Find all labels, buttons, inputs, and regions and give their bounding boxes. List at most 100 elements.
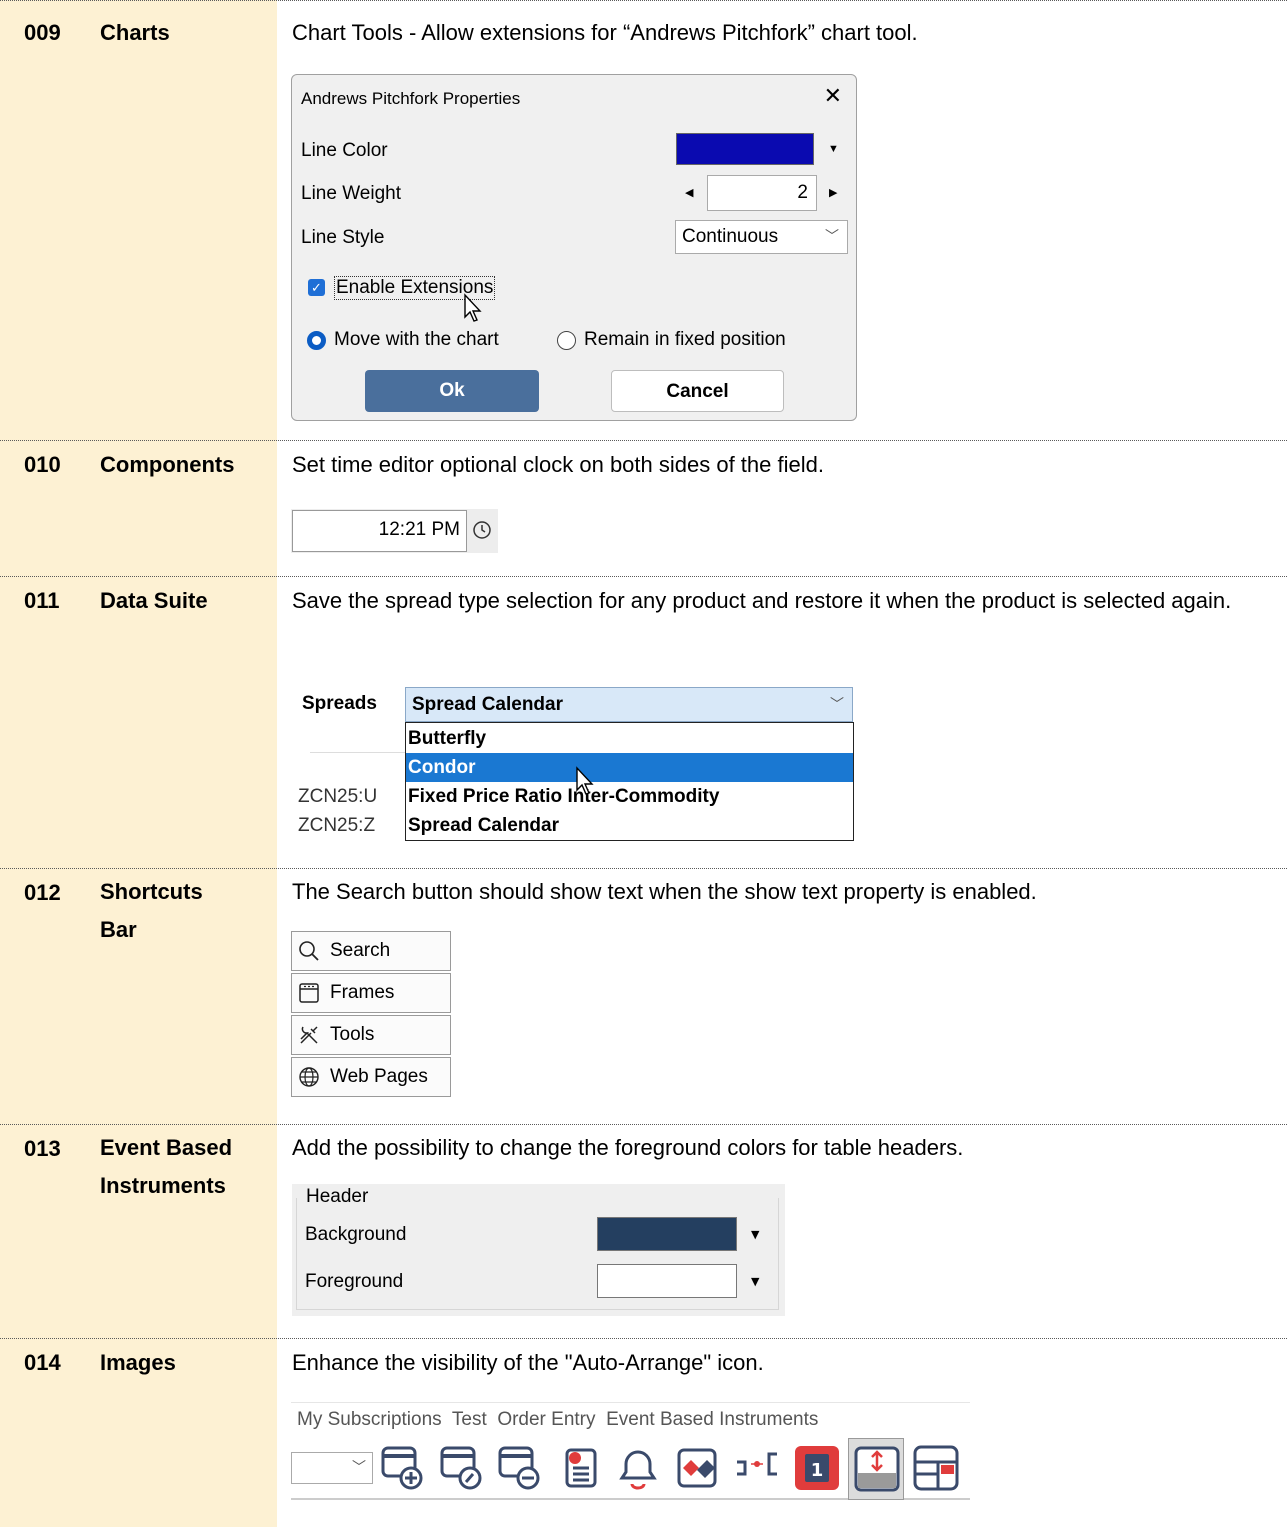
frames-shortcut-label: Frames xyxy=(330,982,395,1003)
decrement-icon[interactable]: ◀ xyxy=(685,186,693,199)
row-separator xyxy=(0,576,1287,577)
row-category: Bar xyxy=(100,917,137,942)
line-weight-label: Line Weight xyxy=(301,183,401,204)
enable-extensions-checkbox[interactable]: ✓ xyxy=(308,279,325,296)
web-pages-shortcut-label: Web Pages xyxy=(330,1066,428,1087)
search-icon xyxy=(299,941,319,961)
globe-icon xyxy=(299,1067,319,1087)
row-separator xyxy=(0,1338,1287,1339)
row-description: The Search button should show text when … xyxy=(292,879,1037,904)
chevron-down-icon[interactable]: ▼ xyxy=(751,1275,759,1288)
auto-arrange-icon xyxy=(854,1446,900,1492)
chevron-down-icon: ﹀ xyxy=(830,696,844,712)
row-description: Set time editor optional clock on both s… xyxy=(292,452,824,477)
link-icon[interactable] xyxy=(733,1444,781,1492)
row-number: 013 xyxy=(24,1136,61,1161)
row-description: Chart Tools - Allow extensions for “Andr… xyxy=(292,20,918,45)
chevron-down-icon[interactable]: ▼ xyxy=(751,1228,759,1241)
dialog-title: Andrews Pitchfork Properties xyxy=(301,89,521,108)
header-colors-panel: Header Background ▼ Foreground ▼ xyxy=(292,1184,785,1316)
row-category: Shortcuts xyxy=(100,879,203,904)
increment-icon[interactable]: ▶ xyxy=(829,186,837,199)
remove-window-icon[interactable] xyxy=(496,1444,544,1492)
search-shortcut-label: Search xyxy=(330,940,391,961)
dropdown-option[interactable]: Spread Calendar xyxy=(406,811,853,840)
pitchfork-properties-dialog: Andrews Pitchfork Properties ✕ Line Colo… xyxy=(291,74,857,421)
row-category: Images xyxy=(100,1350,176,1375)
foreground-color-swatch[interactable] xyxy=(597,1264,737,1298)
search-shortcut-button[interactable]: Search xyxy=(291,931,451,971)
background-row: ZCN25:U xyxy=(298,786,378,807)
one-badge: 1 xyxy=(811,1460,824,1481)
dropdown-option[interactable]: Butterfly xyxy=(406,724,853,753)
cursor-icon xyxy=(464,293,482,322)
alert-bell-icon[interactable] xyxy=(614,1444,662,1492)
background-row: ZCN25:Z xyxy=(298,815,376,836)
frames-shortcut-button[interactable]: Frames xyxy=(291,973,451,1013)
report-icon[interactable] xyxy=(557,1444,605,1492)
line-weight-input[interactable]: 2 xyxy=(707,175,817,211)
web-pages-shortcut-button[interactable]: Web Pages xyxy=(291,1057,451,1097)
row-separator xyxy=(0,440,1287,441)
tab-event-based-instruments[interactable]: Event Based Instruments xyxy=(606,1409,818,1430)
cursor-icon xyxy=(576,766,594,795)
time-value: 12:21 PM xyxy=(378,519,460,540)
row-description: Enhance the visibility of the "Auto-Arra… xyxy=(292,1350,764,1375)
line-style-value: Continuous xyxy=(682,226,779,247)
row-number: 009 xyxy=(24,20,61,45)
time-editor: 12:21 PM xyxy=(291,509,498,553)
time-input[interactable]: 12:21 PM xyxy=(292,510,467,552)
spreads-selected-value: Spread Calendar xyxy=(412,694,563,715)
cancel-button[interactable]: Cancel xyxy=(611,370,784,412)
row-separator xyxy=(0,0,1287,1)
fixed-position-radio[interactable] xyxy=(557,331,576,350)
background-label: Background xyxy=(305,1224,407,1245)
layout-icon[interactable] xyxy=(912,1444,960,1492)
dropdown-option[interactable]: Fixed Price Ratio Inter-Commodity xyxy=(406,782,853,811)
row-category: Event Based xyxy=(100,1135,233,1160)
chevron-down-icon: ﹀ xyxy=(352,1460,366,1476)
tools-icon xyxy=(300,1026,318,1044)
auto-arrange-button[interactable] xyxy=(848,1438,904,1500)
foreground-label: Foreground xyxy=(305,1271,404,1292)
row-description: Add the possibility to change the foregr… xyxy=(292,1135,964,1160)
move-with-chart-radio[interactable] xyxy=(307,331,326,350)
line-style-select[interactable]: Continuous ﹀ xyxy=(675,220,848,254)
tab-my-subscriptions[interactable]: My Subscriptions xyxy=(297,1409,442,1430)
row-category: Charts xyxy=(100,20,170,45)
tools-shortcut-label: Tools xyxy=(330,1024,375,1045)
fixed-position-label[interactable]: Remain in fixed position xyxy=(584,329,786,351)
spreads-select[interactable]: Spread Calendar ﹀ xyxy=(405,687,853,722)
toolbar-combo[interactable]: ﹀ xyxy=(291,1452,373,1484)
row-number: 012 xyxy=(24,880,61,905)
row-category: Components xyxy=(100,452,235,477)
tab-test[interactable]: Test xyxy=(452,1409,487,1430)
tools-shortcut-button[interactable]: Tools xyxy=(291,1015,451,1055)
row-separator xyxy=(0,868,1287,869)
row-description: Save the spread type selection for any p… xyxy=(292,588,1232,613)
row-number: 011 xyxy=(24,588,60,613)
edit-window-icon[interactable] xyxy=(438,1444,486,1492)
row-category: Instruments xyxy=(100,1173,226,1198)
line-style-label: Line Style xyxy=(301,227,385,248)
background-table-line xyxy=(310,752,405,753)
add-window-icon[interactable] xyxy=(379,1444,427,1492)
dropdown-option-highlighted[interactable]: Condor xyxy=(406,753,853,782)
row-category: Data Suite xyxy=(100,588,208,613)
frames-icon xyxy=(299,983,319,1003)
tab-order-entry[interactable]: Order Entry xyxy=(497,1409,595,1430)
close-icon[interactable]: ✕ xyxy=(824,83,842,109)
line-color-label: Line Color xyxy=(301,140,388,161)
background-color-swatch[interactable] xyxy=(597,1217,737,1251)
chevron-down-icon: ﹀ xyxy=(825,228,839,244)
instrument-icon[interactable] xyxy=(675,1444,723,1492)
row-number: 010 xyxy=(24,452,61,477)
clock-icon[interactable] xyxy=(472,520,492,540)
ok-button[interactable]: Ok xyxy=(365,370,539,412)
number-column-background xyxy=(0,0,277,1527)
one-instance-icon[interactable]: 1 xyxy=(793,1444,841,1492)
chevron-down-icon[interactable]: ▼ xyxy=(828,143,839,155)
line-color-swatch[interactable] xyxy=(676,133,814,165)
move-with-chart-label[interactable]: Move with the chart xyxy=(334,329,499,351)
toolbar-tabs: My Subscriptions Test Order Entry Event … xyxy=(291,1402,970,1436)
